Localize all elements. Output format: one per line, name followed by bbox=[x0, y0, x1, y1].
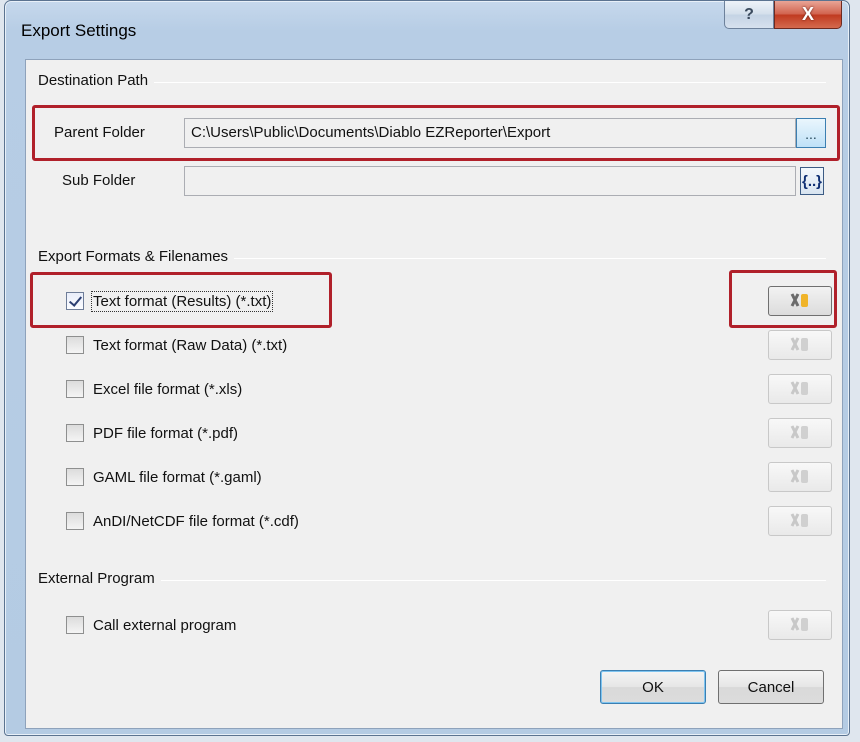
format-label: Excel file format (*.xls) bbox=[93, 380, 243, 398]
format-settings-button[interactable] bbox=[768, 462, 832, 492]
parent-folder-input[interactable]: C:\Users\Public\Documents\Diablo EZRepor… bbox=[184, 118, 796, 148]
destination-group-divider bbox=[38, 82, 826, 83]
tools-icon bbox=[790, 425, 808, 439]
window-title: Export Settings bbox=[21, 21, 137, 40]
tools-icon bbox=[790, 337, 808, 351]
format-checkbox[interactable] bbox=[66, 424, 84, 442]
help-button[interactable]: ? bbox=[724, 1, 774, 29]
format-label: AnDI/NetCDF file format (*.cdf) bbox=[93, 512, 299, 530]
format-settings-button[interactable] bbox=[768, 506, 832, 536]
format-option[interactable]: Text format (Results) (*.txt) bbox=[66, 290, 274, 312]
close-button[interactable]: X bbox=[774, 1, 842, 29]
parent-folder-label: Parent Folder bbox=[54, 124, 145, 141]
format-checkbox[interactable] bbox=[66, 292, 84, 310]
format-checkbox[interactable] bbox=[66, 512, 84, 530]
format-settings-button[interactable] bbox=[768, 374, 832, 404]
dialog-body: Destination Path Parent Folder C:\Users\… bbox=[25, 59, 843, 729]
help-icon: ? bbox=[744, 5, 754, 23]
call-external-program-checkbox[interactable] bbox=[66, 616, 84, 634]
format-checkbox[interactable] bbox=[66, 336, 84, 354]
sub-folder-label: Sub Folder bbox=[62, 172, 136, 189]
format-checkbox[interactable] bbox=[66, 380, 84, 398]
braces-icon: {..} bbox=[801, 172, 822, 190]
export-settings-window: Export Settings ? X Destination Path Par… bbox=[4, 0, 850, 736]
format-checkbox[interactable] bbox=[66, 468, 84, 486]
call-external-program-option[interactable]: Call external program bbox=[66, 616, 236, 634]
format-label: Text format (Results) (*.txt) bbox=[90, 290, 274, 312]
call-external-program-label: Call external program bbox=[93, 616, 237, 634]
format-option[interactable]: Text format (Raw Data) (*.txt) bbox=[66, 336, 287, 354]
browse-label: ... bbox=[805, 126, 817, 142]
browse-folder-button[interactable]: ... bbox=[796, 118, 826, 148]
format-label: PDF file format (*.pdf) bbox=[93, 424, 239, 442]
close-icon: X bbox=[801, 4, 814, 24]
external-program-settings-button[interactable] bbox=[768, 610, 832, 640]
insert-macro-button[interactable]: {..} bbox=[800, 167, 824, 195]
tools-icon bbox=[790, 381, 808, 395]
external-group-label: External Program bbox=[38, 570, 161, 587]
format-settings-button[interactable] bbox=[768, 330, 832, 360]
format-settings-button[interactable] bbox=[768, 286, 832, 316]
ok-button[interactable]: OK bbox=[600, 670, 706, 704]
cancel-button[interactable]: Cancel bbox=[718, 670, 824, 704]
format-option[interactable]: PDF file format (*.pdf) bbox=[66, 424, 238, 442]
format-option[interactable]: AnDI/NetCDF file format (*.cdf) bbox=[66, 512, 299, 530]
format-option[interactable]: GAML file format (*.gaml) bbox=[66, 468, 262, 486]
format-option[interactable]: Excel file format (*.xls) bbox=[66, 380, 242, 398]
tools-icon bbox=[790, 617, 808, 631]
format-settings-button[interactable] bbox=[768, 418, 832, 448]
formats-group-label: Export Formats & Filenames bbox=[38, 248, 235, 265]
tools-icon bbox=[790, 469, 808, 483]
format-label: Text format (Raw Data) (*.txt) bbox=[93, 336, 288, 354]
tools-icon bbox=[790, 293, 808, 307]
destination-group-label: Destination Path bbox=[38, 72, 155, 89]
format-label: GAML file format (*.gaml) bbox=[93, 468, 262, 486]
tools-icon bbox=[790, 513, 808, 527]
sub-folder-input[interactable] bbox=[184, 166, 796, 196]
